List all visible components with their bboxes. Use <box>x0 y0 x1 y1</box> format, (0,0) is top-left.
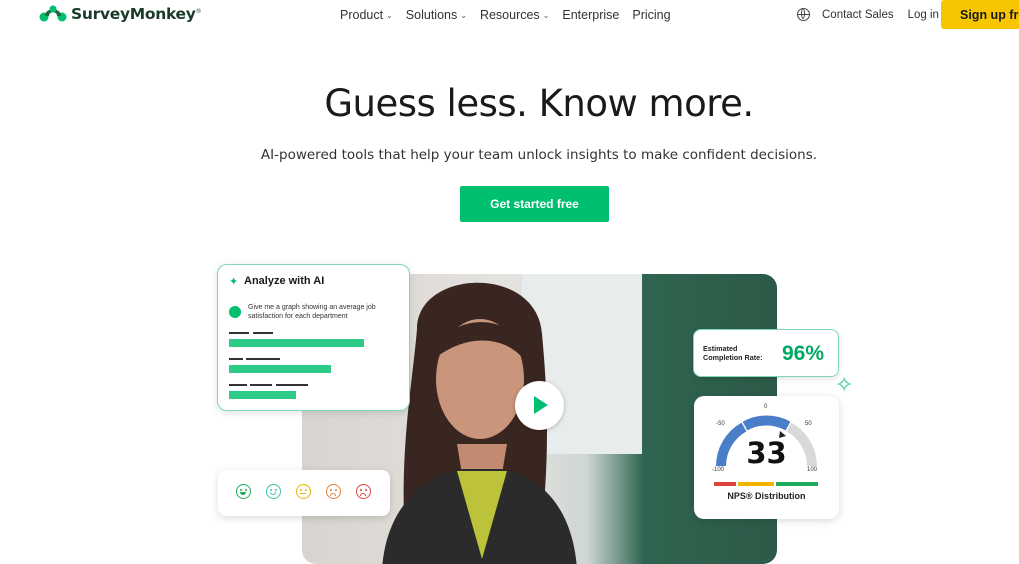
chart-legend-line <box>276 384 308 386</box>
nps-distribution-card: 0 -50 50 -100 100 33 NPS® Distribution <box>694 396 839 519</box>
chart-legend-line <box>229 332 249 334</box>
chart-bar <box>229 365 331 373</box>
nps-tick-neg50: -50 <box>716 421 725 427</box>
completion-rate-card: Estimated Completion Rate: 96% <box>693 329 839 377</box>
globe-icon[interactable] <box>797 8 810 21</box>
play-icon[interactable] <box>515 381 564 430</box>
chart-bar <box>229 339 364 347</box>
menu-item-label: Resources <box>479 8 540 22</box>
chart-bar <box>229 391 296 399</box>
logo-icon <box>39 5 67 22</box>
main-menu: Product ⌄ Solutions ⌄ Resources ⌄ Enterp… <box>340 8 684 22</box>
emoji-angry-icon[interactable] <box>356 484 371 499</box>
ai-card-title: Analyze with AI <box>244 275 325 287</box>
sparkle-icon: ✦ <box>229 276 239 288</box>
right-navigation: Contact Sales Log in <box>797 8 939 21</box>
menu-item-solutions[interactable]: Solutions ⌄ <box>406 8 467 22</box>
logo-text: SurveyMonkey® <box>71 5 202 23</box>
emoji-unhappy-icon[interactable] <box>326 484 341 499</box>
chart-legend-line <box>229 384 247 386</box>
nps-tick-0: 0 <box>764 404 768 410</box>
menu-item-label: Pricing <box>632 8 671 22</box>
menu-item-label: Solutions <box>405 8 458 22</box>
ai-avatar <box>229 306 241 318</box>
chart-legend-line <box>250 384 272 386</box>
completion-rate-value: 96% <box>782 342 825 365</box>
get-started-button[interactable]: Get started free <box>460 186 609 222</box>
menu-item-product[interactable]: Product ⌄ <box>340 8 393 22</box>
signup-button[interactable]: Sign up free <box>941 0 1019 29</box>
surveymonkey-logo[interactable]: SurveyMonkey® <box>38 4 202 24</box>
menu-item-label: Product <box>340 8 384 22</box>
chevron-down-icon: ⌄ <box>386 10 393 20</box>
analyze-with-ai-card: ✦ Analyze with AI Give me a graph showin… <box>217 264 410 411</box>
nps-score: 33 <box>746 436 787 470</box>
nps-label: NPS® Distribution <box>727 491 806 501</box>
chart-legend-line <box>246 358 280 360</box>
emoji-very-happy-icon[interactable] <box>236 484 251 499</box>
emoji-neutral-icon[interactable] <box>296 484 311 499</box>
sparkle-icon: ✧ <box>835 372 854 397</box>
ai-prompt-text: Give me a graph showing an average job s… <box>248 304 376 320</box>
login-link[interactable]: Log in <box>908 9 939 21</box>
menu-item-pricing[interactable]: Pricing <box>632 8 670 22</box>
hero-subheadline: AI-powered tools that help your team unl… <box>260 147 818 163</box>
chart-legend-line <box>229 358 243 360</box>
chart-legend-line <box>253 332 273 334</box>
nps-tick-pos50: 50 <box>805 421 812 427</box>
chevron-down-icon: ⌄ <box>542 10 550 20</box>
emoji-happy-icon[interactable] <box>266 484 281 499</box>
menu-item-resources[interactable]: Resources ⌄ <box>480 8 549 22</box>
hero-headline: Guess less. Know more. <box>324 82 754 125</box>
emoji-rating-card <box>218 470 390 516</box>
menu-item-enterprise[interactable]: Enterprise <box>562 8 619 22</box>
completion-rate-label: Estimated Completion Rate: <box>703 344 763 362</box>
chevron-down-icon: ⌄ <box>460 10 467 20</box>
menu-item-label: Enterprise <box>562 8 620 22</box>
top-navigation: SurveyMonkey® Product ⌄ Solutions ⌄ Reso… <box>0 0 1019 30</box>
contact-sales-link[interactable]: Contact Sales <box>822 9 894 21</box>
